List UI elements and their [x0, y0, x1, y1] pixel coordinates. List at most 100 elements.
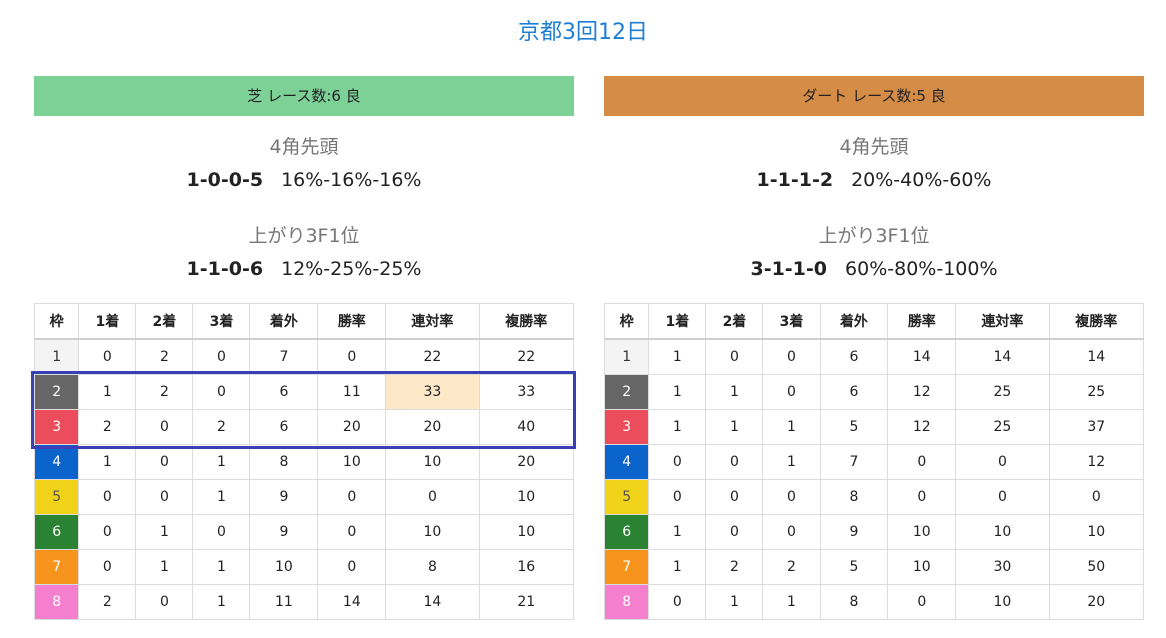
waku-number-cell: 7 [603, 549, 650, 585]
turf-waku-table: 枠 1着 2着 3着 着外 勝率 連対率 複勝率 1 0 2 0 7 0 22 22 2 1 2 0 6 11 33 33 3 2… [33, 303, 575, 620]
column-header: 連対率 [955, 303, 1050, 340]
table-cell: 14 [317, 584, 387, 620]
column-header: 複勝率 [478, 303, 575, 340]
table-cell: 0 [78, 549, 137, 585]
table-cell: 1 [705, 374, 764, 410]
table-cell: 14 [1048, 338, 1145, 375]
table-row: 2 1 1 0 6 12 25 25 [603, 374, 1145, 410]
table-cell: 1 [78, 444, 137, 480]
table-row: 3 1 1 1 5 12 25 37 [603, 409, 1145, 445]
table-cell: 20 [1048, 584, 1145, 620]
table-row: 1 1 0 0 6 14 14 14 [603, 338, 1145, 375]
table-cell: 0 [705, 338, 764, 375]
table-cell: 0 [887, 584, 957, 620]
dirt-waku-table: 枠 1着 2着 3着 着外 勝率 連対率 複勝率 1 1 0 0 6 14 14 14 2 1 1 0 6 12 25 25 3… [603, 303, 1145, 620]
table-cell: 0 [762, 479, 821, 515]
table-cell: 20 [317, 409, 387, 445]
table-cell: 0 [192, 514, 251, 550]
table-cell: 0 [648, 584, 707, 620]
table-cell: 33 [385, 374, 480, 410]
table-cell: 20 [385, 409, 480, 445]
table-cell: 6 [249, 409, 319, 445]
table-cell: 0 [762, 338, 821, 375]
table-cell: 6 [819, 338, 889, 375]
turf-banner: 芝 レース数:6 良 [34, 76, 574, 116]
table-cell: 2 [192, 409, 251, 445]
turf-last3f-rates: 12%-25%-25% [281, 258, 422, 280]
table-cell: 10 [317, 444, 387, 480]
table-cell: 0 [705, 479, 764, 515]
table-cell: 8 [249, 444, 319, 480]
table-cell: 10 [955, 514, 1050, 550]
table-cell: 0 [648, 444, 707, 480]
table-cell: 0 [135, 584, 194, 620]
table-cell: 1 [648, 338, 707, 375]
waku-number-cell: 4 [33, 444, 80, 480]
table-cell: 10 [385, 514, 480, 550]
table-cell: 1 [192, 444, 251, 480]
table-cell: 12 [1048, 444, 1145, 480]
table-row: 6 0 1 0 9 0 10 10 [33, 514, 575, 550]
table-row: 50008000 [603, 479, 1145, 515]
column-header: 勝率 [317, 303, 387, 340]
turf-last3f-record: 1-1-0-6 [186, 258, 264, 280]
table-cell: 14 [887, 338, 957, 375]
waku-number-cell: 2 [603, 374, 650, 410]
table-cell: 33 [478, 374, 575, 410]
table-cell: 0 [955, 479, 1050, 515]
table-cell: 25 [955, 374, 1050, 410]
dirt-last3f-record: 3-1-1-0 [750, 258, 828, 280]
waku-number-cell: 7 [33, 549, 80, 585]
table-row: 5 0 0 1 9 0 0 10 [33, 479, 575, 515]
table-header-row: 枠 1着 2着 3着 着外 勝率 連対率 複勝率 [603, 303, 1145, 340]
table-cell: 12 [887, 374, 957, 410]
waku-number-cell: 1 [603, 338, 650, 375]
table-cell: 0 [192, 374, 251, 410]
turf-leader-record: 1-0-0-5 [186, 169, 264, 191]
table-cell: 1 [648, 409, 707, 445]
table-cell: 1 [135, 549, 194, 585]
column-header: 勝率 [887, 303, 957, 340]
table-row: 7 1 2 2 5 10 30 50 [603, 549, 1145, 585]
column-header: 2着 [705, 303, 764, 340]
table-cell: 0 [705, 444, 764, 480]
table-cell: 0 [78, 479, 137, 515]
table-cell: 1 [705, 409, 764, 445]
turf-leader-label: 4角先頭 [269, 136, 339, 158]
waku-number-cell: 3 [603, 409, 650, 445]
table-cell: 1 [648, 374, 707, 410]
table-cell: 14 [955, 338, 1050, 375]
table-cell: 1 [135, 514, 194, 550]
waku-number-cell: 6 [33, 514, 80, 550]
table-cell: 2 [705, 549, 764, 585]
table-cell: 25 [1048, 374, 1145, 410]
column-header: 1着 [648, 303, 707, 340]
column-header: 着外 [249, 303, 319, 340]
table-cell: 7 [249, 338, 319, 375]
table-cell: 0 [887, 444, 957, 480]
table-cell: 0 [385, 479, 480, 515]
table-row: 4 1 0 1 8 10 10 20 [33, 444, 575, 480]
table-cell: 6 [819, 374, 889, 410]
table-cell: 0 [135, 409, 194, 445]
table-cell: 0 [955, 444, 1050, 480]
table-cell: 10 [887, 514, 957, 550]
table-cell: 9 [249, 514, 319, 550]
column-header: 枠 [603, 303, 650, 340]
column-header: 枠 [33, 303, 80, 340]
table-cell: 10 [478, 514, 575, 550]
table-row: 3 2 0 2 6 20 20 40 [33, 409, 575, 445]
table-cell: 40 [478, 409, 575, 445]
dirt-leader-record: 1-1-1-2 [756, 169, 834, 191]
table-cell: 10 [478, 479, 575, 515]
waku-number-cell: 1 [33, 338, 80, 375]
table-cell: 5 [819, 409, 889, 445]
table-row: 7 0 1 1 10 0 8 16 [33, 549, 575, 585]
table-cell: 0 [762, 374, 821, 410]
dirt-last3f-rates: 60%-80%-100% [845, 258, 998, 280]
table-cell: 0 [762, 514, 821, 550]
dirt-leader-stats: 1-1-1-2 20%-40%-60% [604, 169, 1144, 191]
table-row: 1 0 2 0 7 0 22 22 [33, 338, 575, 375]
table-cell: 1 [78, 374, 137, 410]
table-cell: 9 [249, 479, 319, 515]
